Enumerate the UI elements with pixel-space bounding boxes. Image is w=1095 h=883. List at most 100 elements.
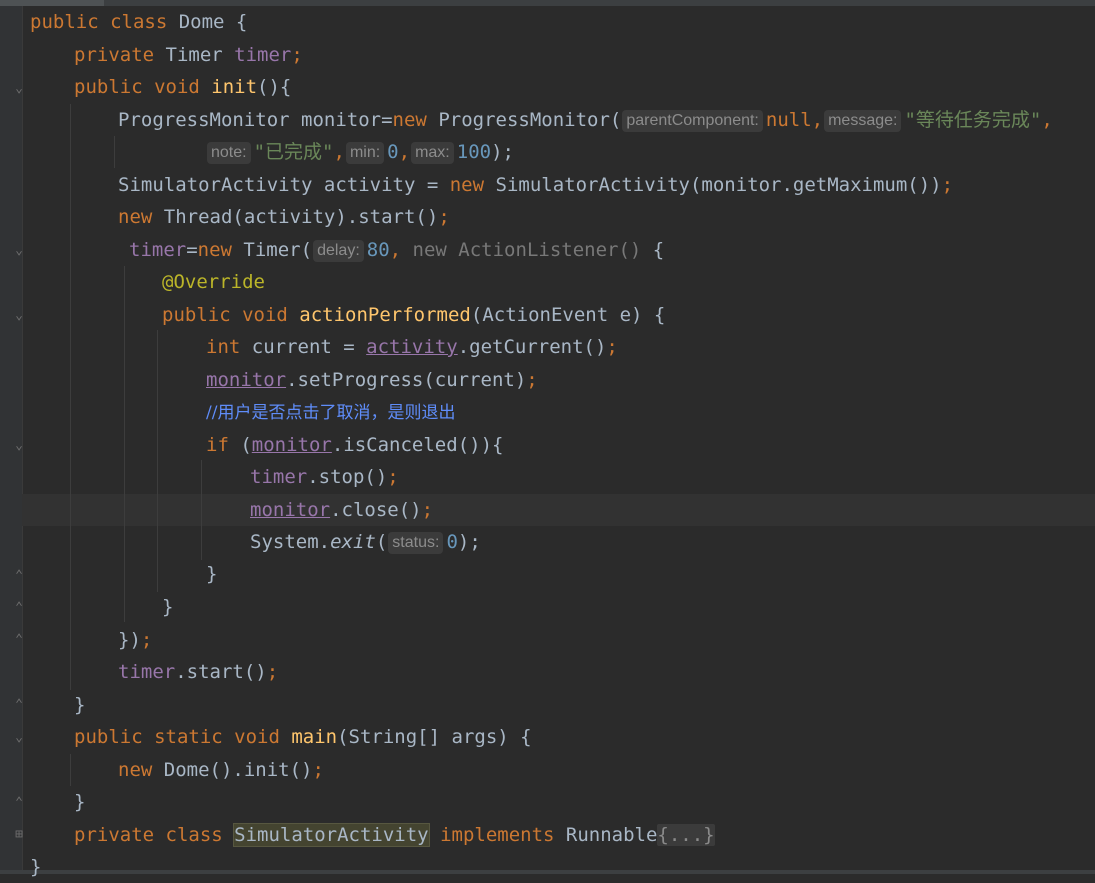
- semicolon: ;: [606, 336, 618, 358]
- indent-guide: [114, 136, 115, 168]
- code-text: }: [74, 791, 86, 813]
- fold-collapse-icon[interactable]: ⌄: [12, 82, 26, 96]
- code-line-21[interactable]: timer.start();: [118, 656, 278, 688]
- code-line-12[interactable]: monitor.setProgress(current);: [206, 364, 538, 396]
- keyword: null: [765, 109, 812, 131]
- keyword: if: [206, 434, 229, 456]
- code-line-10[interactable]: public void actionPerformed(ActionEvent …: [162, 299, 665, 331]
- code-line-16[interactable]: monitor.close();: [250, 494, 433, 526]
- type-name: Runnable: [565, 824, 658, 846]
- fold-end-icon[interactable]: ⌃: [12, 569, 26, 583]
- code-text: );: [491, 141, 514, 163]
- fold-end-icon[interactable]: ⌃: [12, 796, 26, 810]
- code-text: (){: [257, 76, 292, 98]
- semicolon: ;: [438, 206, 450, 228]
- semicolon: ;: [140, 629, 153, 651]
- code-text: .getCurrent(): [457, 336, 607, 358]
- folded-code-block[interactable]: {...}: [657, 824, 715, 846]
- semicolon: ;: [421, 499, 434, 521]
- code-text: SimulatorActivity activity =: [118, 174, 450, 196]
- fold-end-icon[interactable]: ⌃: [12, 698, 26, 712]
- number-literal: 0: [446, 531, 458, 553]
- fold-collapse-icon[interactable]: ⌄: [12, 244, 26, 258]
- code-line-5[interactable]: note: "已完成", min: 0, max: 100);: [206, 136, 514, 168]
- annotation: @Override: [162, 271, 265, 293]
- keyword: new: [392, 109, 427, 131]
- code-line-8[interactable]: timer=new Timer(delay: 80, new ActionList…: [129, 234, 664, 266]
- current-line-highlight: [22, 494, 1095, 526]
- code-line-11[interactable]: int current = activity.getCurrent();: [206, 331, 618, 363]
- code-text: ProgressMonitor(: [426, 109, 622, 131]
- keyword: private: [74, 44, 166, 66]
- keyword: new: [118, 206, 153, 228]
- comma: ,: [389, 239, 402, 261]
- code-line-18[interactable]: }: [206, 558, 217, 590]
- indent-guide: [70, 754, 71, 786]
- code-text: .close(): [330, 499, 422, 521]
- code-line-1[interactable]: public class Dome {: [30, 6, 247, 38]
- code-text: {: [224, 11, 248, 33]
- keyword: new: [197, 239, 232, 261]
- fold-end-icon[interactable]: ⌃: [12, 601, 26, 615]
- code-line-20[interactable]: });: [118, 624, 152, 656]
- string-literal: "等待任务完成": [904, 109, 1042, 131]
- code-line-14[interactable]: if (monitor.isCanceled()){: [206, 429, 503, 461]
- code-text: (: [375, 531, 388, 553]
- code-line-24[interactable]: new Dome().init();: [118, 754, 324, 786]
- code-text: }: [30, 856, 42, 878]
- fold-end-icon[interactable]: ⌃: [12, 633, 26, 647]
- keyword: public void: [162, 304, 300, 326]
- semicolon: ;: [312, 759, 324, 781]
- code-line-2[interactable]: private Timer timer;: [74, 39, 303, 71]
- number-literal: 100: [456, 141, 492, 163]
- code-line-19[interactable]: }: [162, 591, 173, 623]
- semicolon: ;: [387, 466, 399, 488]
- code-line-3[interactable]: public void init(){: [74, 71, 291, 103]
- code-line-13[interactable]: //用户是否点击了取消，是则退出: [206, 396, 455, 428]
- captured-variable: monitor: [251, 434, 332, 456]
- parameter-hint: message:: [824, 110, 902, 132]
- code-line-26[interactable]: private class SimulatorActivity implemen…: [74, 819, 715, 851]
- code-text: SimulatorActivity(monitor.getMaximum()): [484, 174, 942, 196]
- code-line-7[interactable]: new Thread(activity).start();: [118, 201, 450, 233]
- comma: ,: [398, 141, 411, 163]
- keyword: new: [118, 759, 153, 781]
- code-text: System.: [250, 531, 331, 553]
- indent-guide: [70, 104, 71, 690]
- code-text: }: [162, 596, 174, 618]
- code-text: }): [118, 629, 141, 651]
- code-text: {: [641, 239, 665, 261]
- fold-collapse-icon[interactable]: ⌄: [12, 309, 26, 323]
- code-line-25[interactable]: }: [74, 786, 85, 818]
- code-line-23[interactable]: public static void main(String[] args) {: [74, 721, 532, 753]
- folded-anonymous-class[interactable]: new ActionListener(): [401, 239, 642, 261]
- code-line-27[interactable]: }: [30, 851, 41, 883]
- semicolon: ;: [291, 44, 303, 66]
- code-text: (ActionEvent e) {: [470, 304, 666, 326]
- highlighted-class-name: SimulatorActivity: [233, 823, 430, 847]
- code-line-17[interactable]: System.exit(status: 0);: [250, 526, 481, 558]
- type-name: Timer: [165, 44, 235, 66]
- code-line-9[interactable]: @Override: [162, 266, 265, 298]
- fold-expand-icon[interactable]: ⊞: [12, 828, 26, 842]
- captured-variable: monitor: [206, 369, 287, 391]
- fold-collapse-icon[interactable]: ⌄: [12, 731, 26, 745]
- code-text: current =: [240, 336, 367, 358]
- code-text: }: [206, 563, 218, 585]
- code-line-4[interactable]: ProgressMonitor monitor=new ProgressMoni…: [118, 104, 1053, 136]
- code-text: (String[] args) {: [337, 726, 532, 748]
- keyword: private class: [74, 824, 235, 846]
- code-text: =: [186, 239, 198, 261]
- fold-collapse-icon[interactable]: ⌄: [12, 439, 26, 453]
- code-line-6[interactable]: SimulatorActivity activity = new Simulat…: [118, 169, 953, 201]
- code-line-15[interactable]: timer.stop();: [250, 461, 399, 493]
- code-line-22[interactable]: }: [74, 689, 85, 721]
- code-text: ProgressMonitor monitor=: [118, 109, 393, 131]
- code-text: Timer(: [231, 239, 313, 261]
- parameter-hint: parentComponent:: [622, 110, 763, 132]
- code-comment: //用户是否点击了取消，是则退出: [206, 403, 456, 423]
- number-literal: 0: [387, 141, 399, 163]
- semicolon: ;: [266, 661, 279, 683]
- field-ref: timer: [129, 239, 187, 261]
- keyword: public void: [74, 76, 212, 98]
